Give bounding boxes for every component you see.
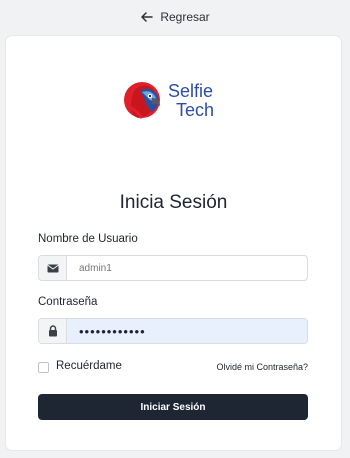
username-field[interactable] [38, 255, 308, 281]
password-label: Contraseña [38, 296, 98, 308]
password-input[interactable] [67, 319, 307, 343]
remember-label[interactable]: Recuérdame [56, 360, 122, 372]
page-title: Inicia Sesión [119, 192, 228, 213]
arrow-left-icon [141, 12, 154, 22]
brand-line1: Selfie [168, 81, 213, 101]
lock-icon [39, 319, 67, 343]
back-label: Regresar [160, 10, 210, 24]
envelope-icon [39, 256, 67, 280]
password-field[interactable] [38, 318, 308, 344]
remember-checkbox[interactable] [38, 362, 49, 373]
login-card: Selfie Tech Inicia Sesión Nombre de Usua… [6, 36, 341, 450]
username-label: Nombre de Usuario [38, 233, 138, 245]
back-link[interactable]: Regresar [0, 8, 350, 26]
login-button[interactable]: Iniciar Sesión [38, 394, 308, 420]
forgot-password-link[interactable]: Olvidé mi Contraseña? [216, 362, 308, 372]
selfietech-logo: Selfie Tech [124, 81, 214, 120]
brand-line2: Tech [176, 100, 214, 120]
username-input[interactable] [67, 256, 307, 280]
